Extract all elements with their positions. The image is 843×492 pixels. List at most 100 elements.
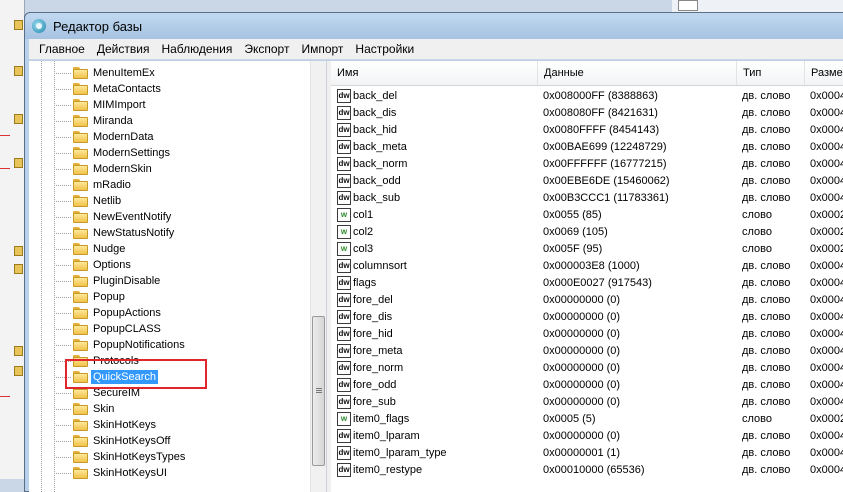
menu-main[interactable]: Главное bbox=[33, 40, 91, 58]
tree-item[interactable]: ModernSettings bbox=[29, 145, 309, 161]
cell-name: item0_flags bbox=[353, 413, 410, 425]
tree-item[interactable]: PluginDisable bbox=[29, 273, 309, 289]
tree-item[interactable]: Miranda bbox=[29, 113, 309, 129]
list-row[interactable]: dw back_hid 0x0080FFFF (8454143) дв. слово 0… bbox=[331, 122, 843, 139]
tree-item-label: PopupCLASS bbox=[93, 323, 161, 335]
list-row[interactable]: dw back_meta 0x00BAE699 (12248729) дв. слов… bbox=[331, 139, 843, 156]
column-header-size[interactable]: Размер bbox=[805, 61, 843, 85]
cell-data: 0x00FFFFFF (16777215) bbox=[543, 158, 667, 170]
cell-data: 0x00000000 (0) bbox=[543, 379, 621, 391]
list-row[interactable]: dw fore_norm 0x00000000 (0) дв. слово 0x0004 bbox=[331, 360, 843, 377]
list-row[interactable]: w col3 0x005F (95) слово 0x0002 bbox=[331, 241, 843, 258]
menu-bar: Главное Действия Наблюдения Экспорт Импо… bbox=[29, 39, 843, 60]
list-row[interactable]: dw columnsort 0x000003E8 (1000) дв. слово 0x… bbox=[331, 258, 843, 275]
list-row[interactable]: dw item0_lparam 0x00000000 (0) дв. слово 0x0… bbox=[331, 428, 843, 445]
list-row[interactable]: dw back_del 0x008000FF (8388863) дв. слово 0… bbox=[331, 88, 843, 105]
folder-icon bbox=[73, 131, 88, 143]
column-header-type[interactable]: Тип bbox=[737, 61, 805, 85]
cell-size: 0x0004 bbox=[810, 447, 843, 459]
cell-data: 0x00000000 (0) bbox=[543, 328, 621, 340]
tree-item[interactable]: ModernSkin bbox=[29, 161, 309, 177]
dword-value-icon: dw bbox=[337, 259, 351, 273]
settings-tree[interactable]: MenuItemEx MetaContacts MIMImport Miranda Mo… bbox=[29, 61, 326, 492]
menu-watches[interactable]: Наблюдения bbox=[155, 40, 238, 58]
tree-item[interactable]: Options bbox=[29, 257, 309, 273]
cell-name: back_dis bbox=[353, 107, 397, 119]
list-row[interactable]: dw fore_del 0x00000000 (0) дв. слово 0x0004 bbox=[331, 292, 843, 309]
tree-item-label: Nudge bbox=[93, 243, 126, 255]
tree-item[interactable]: NewStatusNotify bbox=[29, 225, 309, 241]
list-row[interactable]: dw back_sub 0x00B3CCC1 (11783361) дв. слово… bbox=[331, 190, 843, 207]
cell-data: 0x000003E8 (1000) bbox=[543, 260, 640, 272]
settings-list: Имя Данные Тип Размер dwback_del0x008000… bbox=[331, 61, 843, 492]
tree-item-label: PopupNotifications bbox=[93, 339, 185, 351]
cell-data: 0x008080FF (8421631) bbox=[543, 107, 658, 119]
list-row[interactable]: dw fore_meta 0x00000000 (0) дв. слово 0x0004 bbox=[331, 343, 843, 360]
cell-size: 0x0002 bbox=[810, 243, 843, 255]
cell-type: слово bbox=[742, 209, 772, 221]
list-row[interactable]: dw fore_hid 0x00000000 (0) дв. слово 0x0004 bbox=[331, 326, 843, 343]
dword-value-icon: dw bbox=[337, 310, 351, 324]
dword-value-icon: dw bbox=[337, 123, 351, 137]
tree-item[interactable]: Popup bbox=[29, 289, 309, 305]
folder-icon bbox=[73, 419, 88, 431]
tree-scrollbar[interactable] bbox=[310, 61, 326, 492]
list-row[interactable]: dw back_odd 0x00EBE6DE (15460062) дв. слово… bbox=[331, 173, 843, 190]
cell-data: 0x00B3CCC1 (11783361) bbox=[543, 192, 669, 204]
menu-export[interactable]: Экспорт bbox=[238, 40, 295, 58]
tree-item[interactable]: Netlib bbox=[29, 193, 309, 209]
menu-actions[interactable]: Действия bbox=[91, 40, 156, 58]
list-row[interactable]: dw flags 0x000E0027 (917543) дв. слово 0x000… bbox=[331, 275, 843, 292]
list-row[interactable]: dw fore_sub 0x00000000 (0) дв. слово 0x0004 bbox=[331, 394, 843, 411]
cell-size: 0x0004 bbox=[810, 158, 843, 170]
cell-name: col3 bbox=[353, 243, 374, 255]
folder-icon bbox=[73, 339, 88, 351]
tree-item[interactable]: PopupCLASS bbox=[29, 321, 309, 337]
menu-import[interactable]: Импорт bbox=[295, 40, 349, 58]
tree-item[interactable]: PopupNotifications bbox=[29, 337, 309, 353]
tree-item[interactable]: NewEventNotify bbox=[29, 209, 309, 225]
tree-item[interactable]: MenuItemEx bbox=[29, 65, 309, 81]
tree-item-label: Options bbox=[93, 259, 131, 271]
tree-item[interactable]: Skin bbox=[29, 401, 309, 417]
cell-name: back_sub bbox=[353, 192, 401, 204]
list-row[interactable]: w item0_flags 0x0005 (5) слово 0x0002 bbox=[331, 411, 843, 428]
tree-item-label: Popup bbox=[93, 291, 125, 303]
folder-icon bbox=[73, 115, 88, 127]
cell-name: col1 bbox=[353, 209, 374, 221]
column-header-name[interactable]: Имя bbox=[331, 61, 538, 85]
cell-size: 0x0002 bbox=[810, 413, 843, 425]
cell-size: 0x0002 bbox=[810, 226, 843, 238]
column-header-data[interactable]: Данные bbox=[538, 61, 737, 85]
tree-item[interactable]: PopupActions bbox=[29, 305, 309, 321]
list-row[interactable]: dw back_dis 0x008080FF (8421631) дв. слово 0… bbox=[331, 105, 843, 122]
tree-item[interactable]: ModernData bbox=[29, 129, 309, 145]
highlight-annotation-box bbox=[65, 359, 207, 389]
cell-name: fore_sub bbox=[353, 396, 396, 408]
list-row[interactable]: w col1 0x0055 (85) слово 0x0002 bbox=[331, 207, 843, 224]
menu-settings[interactable]: Настройки bbox=[349, 40, 420, 58]
tree-item[interactable]: SkinHotKeys bbox=[29, 417, 309, 433]
tree-scrollbar-thumb[interactable] bbox=[312, 316, 325, 466]
list-row[interactable]: w col2 0x0069 (105) слово 0x0002 bbox=[331, 224, 843, 241]
cell-data: 0x0069 (105) bbox=[543, 226, 608, 238]
tree-item-label: SkinHotKeysOff bbox=[93, 435, 171, 447]
tree-item-label: Skin bbox=[93, 403, 115, 415]
tree-item[interactable]: Nudge bbox=[29, 241, 309, 257]
list-row[interactable]: dw back_norm 0x00FFFFFF (16777215) дв. слов… bbox=[331, 156, 843, 173]
list-row[interactable]: dw item0_lparam_type 0x00000001 (1) дв. сло… bbox=[331, 445, 843, 462]
cell-size: 0x0004 bbox=[810, 328, 843, 340]
tree-item[interactable]: MIMImport bbox=[29, 97, 309, 113]
title-bar[interactable]: Редактор базы bbox=[25, 13, 843, 39]
tree-item[interactable]: SkinHotKeysOff bbox=[29, 433, 309, 449]
cell-type: дв. слово bbox=[742, 311, 791, 323]
word-value-icon: w bbox=[337, 225, 351, 239]
cell-size: 0x0004 bbox=[810, 90, 843, 102]
tree-item[interactable]: SkinHotKeysTypes bbox=[29, 449, 309, 465]
list-row[interactable]: dw item0_restype 0x00010000 (65536) дв. сло… bbox=[331, 462, 843, 479]
list-row[interactable]: dw fore_dis 0x00000000 (0) дв. слово 0x0004 bbox=[331, 309, 843, 326]
cell-type: дв. слово bbox=[742, 464, 791, 476]
list-row[interactable]: dw fore_odd 0x00000000 (0) дв. слово 0x0004 bbox=[331, 377, 843, 394]
tree-item[interactable]: MetaContacts bbox=[29, 81, 309, 97]
tree-item[interactable]: mRadio bbox=[29, 177, 309, 193]
